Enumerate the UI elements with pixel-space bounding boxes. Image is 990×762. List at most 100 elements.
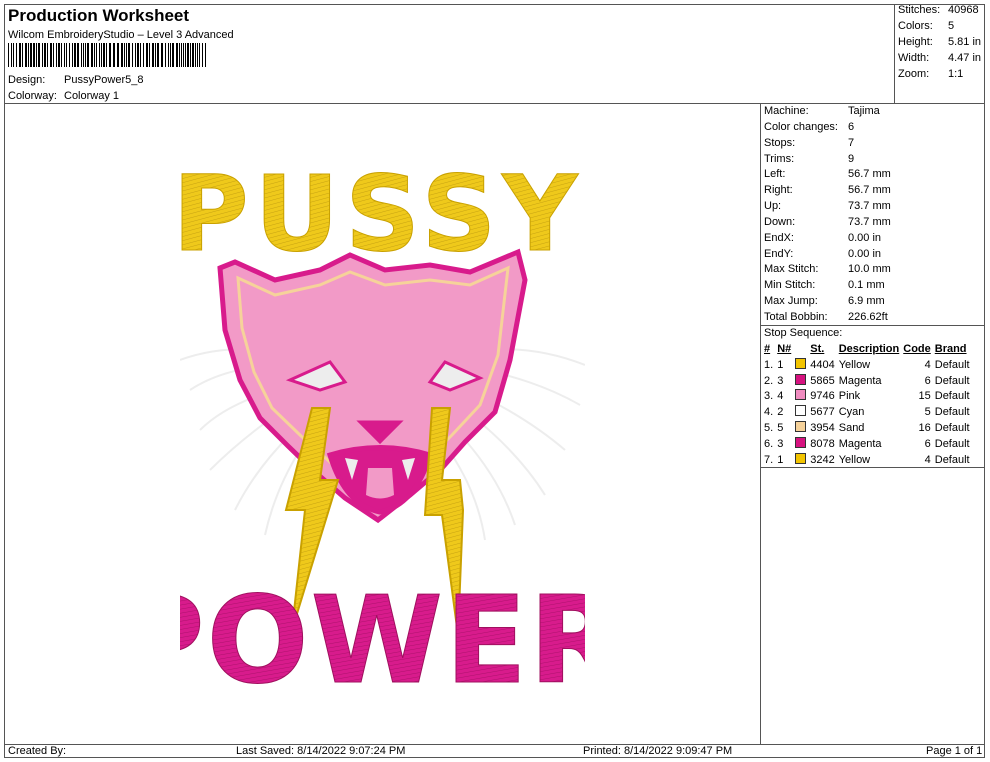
swatch-square-icon	[795, 373, 807, 385]
cat-head	[217, 248, 528, 524]
colors-value: 5	[948, 20, 955, 32]
right-label: Right:	[764, 184, 793, 196]
swatch-square-icon	[795, 405, 807, 417]
row-number: 3.	[764, 390, 774, 403]
row-number: 5.	[764, 421, 774, 434]
embroidery-design: PUSSY POWER	[180, 153, 585, 695]
col-code: Code	[903, 343, 931, 355]
row-code: 16	[918, 421, 931, 434]
barcode	[8, 43, 206, 67]
stitches-value: 40968	[948, 4, 979, 16]
trims-value: 9	[848, 153, 855, 165]
software-name: Wilcom EmbroideryStudio – Level 3 Advanc…	[8, 29, 234, 41]
down-value: 73.7 mm	[848, 216, 891, 228]
row-needle: 3	[777, 437, 784, 450]
table-header-row: # N# St. Description Code Brand	[762, 342, 972, 358]
row-code: 4	[924, 453, 931, 466]
stops-label: Stops:	[764, 137, 796, 149]
row-stitches: 5865	[810, 374, 835, 387]
design-top-text: PUSSY	[180, 153, 584, 275]
row-code: 6	[924, 374, 931, 387]
footer-created-by: Created By:	[8, 745, 67, 757]
footer-printed: Printed: 8/14/2022 9:09:47 PM	[583, 745, 733, 757]
row-stitches: 9746	[810, 390, 835, 403]
height-label: Height:	[898, 36, 933, 48]
row-description: Cyan	[838, 406, 865, 419]
colors-label: Colors:	[898, 20, 933, 32]
color-changes-label: Color changes:	[764, 121, 838, 133]
color-swatch	[793, 373, 808, 390]
color-swatch	[793, 389, 808, 405]
design-value: PussyPower5_8	[64, 74, 144, 86]
row-description: Magenta	[838, 437, 882, 450]
row-number: 7.	[764, 453, 774, 466]
row-brand: Default	[934, 358, 970, 371]
colorway-label: Colorway:	[8, 90, 57, 102]
row-code: 6	[924, 437, 931, 450]
total-bobbin-label: Total Bobbin:	[764, 311, 828, 323]
col-needle: N#	[777, 343, 792, 355]
row-brand: Default	[934, 437, 970, 450]
endy-label: EndY:	[764, 248, 794, 260]
swatch-square-icon	[795, 436, 807, 448]
page-title: Production Worksheet	[8, 6, 190, 25]
col-swatch	[793, 342, 808, 358]
row-brand: Default	[934, 453, 970, 466]
row-description: Yellow	[838, 358, 871, 371]
footer-last-saved: Last Saved: 8/14/2022 9:07:24 PM	[236, 745, 406, 757]
max-jump-value: 6.9 mm	[848, 295, 885, 307]
footer-divider	[4, 744, 985, 745]
color-swatch	[793, 452, 808, 469]
total-bobbin-value: 226.62ft	[848, 311, 888, 323]
color-swatch	[793, 420, 808, 437]
swatch-square-icon	[795, 389, 807, 401]
stops-value: 7	[848, 137, 855, 149]
row-number: 1.	[764, 358, 774, 371]
min-stitch-label: Min Stitch:	[764, 279, 816, 291]
row-code: 5	[924, 406, 931, 419]
height-value: 5.81 in	[948, 36, 982, 48]
row-brand: Default	[934, 421, 970, 434]
row-stitches: 3242	[810, 453, 835, 466]
stop-sequence-title: Stop Sequence:	[764, 327, 843, 339]
header-divider	[4, 103, 985, 104]
table-row: 6. 3 8078 Magenta 6 Default	[762, 436, 972, 453]
trims-label: Trims:	[764, 153, 795, 165]
min-stitch-value: 0.1 mm	[848, 279, 885, 291]
max-stitch-label: Max Stitch:	[764, 263, 819, 275]
table-row: 5. 5 3954 Sand 16 Default	[762, 420, 972, 437]
sidebar-divider	[760, 103, 761, 744]
machine-divider	[760, 325, 985, 326]
zoom-value: 1:1	[948, 68, 964, 80]
row-number: 4.	[764, 406, 774, 419]
table-row: 7. 1 3242 Yellow 4 Default	[762, 452, 972, 469]
right-value: 56.7 mm	[848, 184, 891, 196]
table-row: 2. 3 5865 Magenta 6 Default	[762, 373, 972, 390]
color-swatch	[793, 405, 808, 421]
row-description: Magenta	[838, 374, 882, 387]
left-label: Left:	[764, 168, 786, 180]
summary-divider	[894, 4, 895, 103]
col-description: Description	[838, 343, 900, 355]
colorway-value: Colorway 1	[64, 90, 120, 102]
max-stitch-value: 10.0 mm	[848, 263, 891, 275]
zoom-label: Zoom:	[898, 68, 930, 80]
width-label: Width:	[898, 52, 930, 64]
table-row: 4. 2 5677 Cyan 5 Default	[762, 405, 972, 421]
row-stitches: 8078	[810, 437, 835, 450]
endx-label: EndX:	[764, 232, 794, 244]
row-number: 6.	[764, 437, 774, 450]
swatch-square-icon	[795, 420, 807, 432]
machine-label: Machine:	[764, 105, 809, 117]
design-label: Design:	[8, 74, 46, 86]
row-number: 2.	[764, 374, 774, 387]
row-stitches: 4404	[810, 358, 835, 371]
width-value: 4.47 in	[948, 52, 982, 64]
stitches-label: Stitches:	[898, 4, 941, 16]
swatch-square-icon	[795, 452, 807, 464]
row-needle: 1	[777, 358, 784, 371]
row-brand: Default	[934, 374, 970, 387]
row-needle: 5	[777, 421, 784, 434]
row-description: Sand	[838, 421, 865, 434]
row-brand: Default	[934, 406, 970, 419]
